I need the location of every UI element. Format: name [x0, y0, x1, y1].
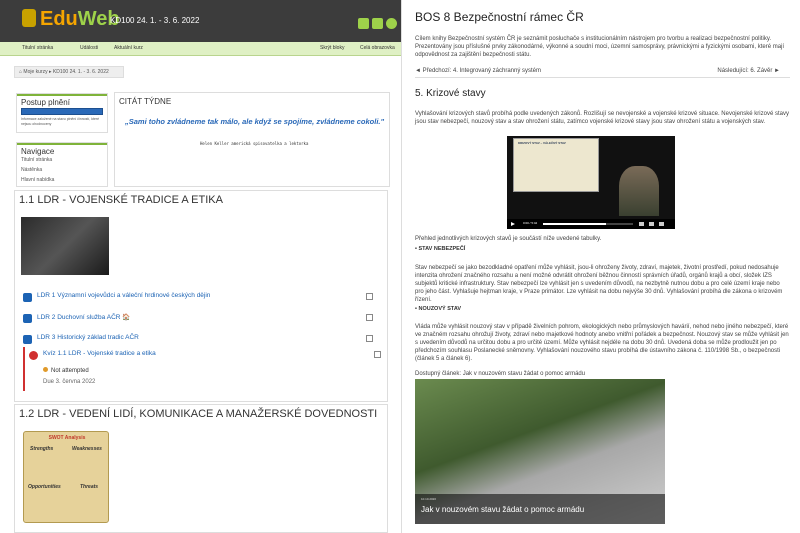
quote-text: „Sami toho zvládneme tak málo, ale když … [125, 117, 385, 126]
breadcrumb-my-courses[interactable]: Moje kurzy [23, 69, 47, 75]
chapter-pager: ◄ Předchozí: 4. Integrovaný záchranný sy… [415, 68, 790, 78]
facebook-icon[interactable] [372, 18, 383, 29]
quiz-icon [29, 351, 38, 360]
breadcrumb: ⌂ Moje kurzy ▸ KD100 24. 1. - 3. 6. 2022 [14, 66, 124, 78]
status-dot-icon [43, 367, 48, 372]
quote-block: CITÁT TÝDNE „Sami toho zvládneme tak mál… [114, 92, 390, 187]
quiz-due-date: Due 3. června 2022 [43, 379, 96, 385]
calendar-icon[interactable] [358, 18, 369, 29]
quiz-activity[interactable]: Kvíz 1.1 LDR - Vojenské tradice a etika … [23, 347, 383, 391]
progress-block-title: Postup plnění [17, 94, 107, 107]
book-icon [23, 335, 32, 344]
swot-threats: Threats [80, 484, 99, 490]
photo-caption: Jak v nouzovém stavu žádat o pomoc armád… [421, 505, 585, 514]
activity-label[interactable]: LDR 1 Významní vojevůdci a váleční hrdin… [37, 292, 210, 299]
paragraph-state-of-danger: Stav nebezpečí se jako bezodkladné opatř… [415, 265, 783, 303]
play-icon[interactable] [511, 222, 515, 226]
video-controls: 0:00 / 5:42 [507, 219, 675, 229]
bullet-state-of-danger: STAV NEBEZPEČÍ [415, 246, 465, 252]
menu-bar: Titulní stránka Události Aktuální kurz S… [0, 42, 401, 56]
quiz-status-text: Not attempted [51, 368, 89, 374]
intro-text: Cílem knihy Bezpečnostní systém ČR je se… [415, 36, 785, 58]
article-link[interactable]: Dostupný článek: Jak v nouzovém stavu žá… [415, 371, 585, 377]
overview-note: Přehled jednotlivých krizových stavů je … [415, 236, 602, 242]
video-presenter [619, 166, 659, 216]
quiz-label[interactable]: Kvíz 1.1 LDR - Vojenské tradice a etika [43, 350, 156, 357]
app: EduWeb KD100 24. 1. - 3. 6. 2022 Titulní… [0, 0, 800, 533]
swot-title: SWOT Analysis [48, 435, 86, 441]
chapter-intro: Vyhlašování krizových stavů probíhá podl… [415, 111, 789, 125]
navigation-block: Navigace Titulní stránka Nástěnka Hlavní… [16, 142, 108, 187]
completion-checkbox[interactable] [366, 335, 373, 342]
swot-opportunities: Opportunities [28, 484, 61, 490]
progress-block: Postup plnění Informace založené na stav… [16, 93, 108, 133]
article-photo[interactable]: 10.10.2020 Jak v nouzovém stavu žádat o … [415, 379, 665, 524]
swot-weaknesses: Weaknesses [72, 446, 102, 452]
video-seekbar[interactable] [543, 223, 633, 225]
quiz-status: Not attempted [43, 367, 89, 374]
fullscreen-icon[interactable] [659, 222, 664, 226]
video-time: 0:00 / 5:42 [523, 221, 538, 225]
completion-checkbox[interactable] [374, 351, 381, 358]
video-slide: KRIZOVÝ STAV – VÁLEČNÝ STAV [513, 138, 599, 192]
menu-hide-blocks[interactable]: Skrýt bloky [320, 45, 344, 51]
volume-icon[interactable] [639, 222, 644, 226]
nav-item-dashboard[interactable]: Nástěnka [17, 165, 107, 175]
video-player[interactable]: KRIZOVÝ STAV – VÁLEČNÝ STAV 0:00 / 5:42 [507, 136, 675, 229]
activity-label[interactable]: LDR 2 Duchovní služba AČR 🏠 [37, 313, 130, 321]
quote-author: Helen Keller americká spisovatelka a lek… [200, 141, 309, 146]
eduweb-logo[interactable]: EduWeb [22, 8, 120, 31]
menu-events[interactable]: Události [80, 45, 98, 51]
book-pane: BOS 8 Bezpečnostní rámec ČR Cílem knihy … [403, 0, 800, 533]
chapter-heading: 5. Krizové stavy [415, 88, 486, 99]
bullet-state-of-emergency: NOUZOVÝ STAV [415, 306, 461, 312]
section-1: 1.1 LDR - VOJENSKÉ TRADICE A ETIKA LDR 1… [14, 190, 388, 402]
activity-row[interactable]: LDR 1 Významní vojevůdci a váleční hrdin… [23, 291, 383, 305]
paragraph-state-of-emergency: Vláda může vyhlásit nouzový stav v přípa… [415, 324, 789, 362]
menu-current-course[interactable]: Aktuální kurz [114, 45, 143, 51]
course-pane: EduWeb KD100 24. 1. - 3. 6. 2022 Titulní… [0, 0, 402, 533]
section-1-title: 1.1 LDR - VOJENSKÉ TRADICE A ETIKA [19, 194, 223, 206]
section-2-title: 1.2 LDR - VEDENÍ LIDÍ, KOMUNIKACE A MANA… [19, 408, 378, 420]
breadcrumb-course[interactable]: KD100 24. 1. - 3. 6. 2022 [53, 69, 109, 75]
activity-row[interactable]: LDR 2 Duchovní služba AČR 🏠 [23, 312, 383, 326]
previous-chapter-link[interactable]: ◄ Předchozí: 4. Integrovaný záchranný sy… [415, 68, 541, 74]
photo-date: 10.10.2020 [421, 497, 437, 501]
progress-note: Informace založené na stavu plnění činno… [21, 117, 100, 126]
course-code: KD100 24. 1. - 3. 6. 2022 [110, 16, 200, 25]
progress-bar[interactable] [21, 108, 103, 115]
soldiers-image [21, 217, 109, 275]
menu-home[interactable]: Titulní stránka [22, 45, 53, 51]
completion-checkbox[interactable] [366, 314, 373, 321]
globe-icon[interactable] [386, 18, 397, 29]
navigation-block-title: Navigace [17, 143, 107, 156]
activity-row[interactable]: LDR 3 Historický základ tradic AČR [23, 333, 383, 347]
swot-image: SWOT Analysis Strengths Weaknesses Oppor… [23, 431, 109, 523]
video-seekbar-fill [543, 223, 606, 225]
activity-label[interactable]: LDR 3 Historický základ tradic AČR [37, 334, 139, 341]
nav-item-home[interactable]: Titulní stránka [17, 155, 107, 165]
completion-checkbox[interactable] [366, 293, 373, 300]
next-chapter-link[interactable]: Následující: 6. Závěr ► [717, 68, 780, 74]
settings-icon[interactable] [649, 222, 654, 226]
page-title: BOS 8 Bezpečnostní rámec ČR [415, 10, 584, 24]
nav-item-main-menu[interactable]: Hlavní nabídka [17, 175, 107, 185]
army-emblem-icon [22, 9, 36, 27]
menu-fullscreen[interactable]: Celá obrazovka [360, 45, 395, 51]
swot-strengths: Strengths [30, 446, 54, 452]
book-icon [23, 314, 32, 323]
video-slide-title: KRIZOVÝ STAV – VÁLEČNÝ STAV [518, 141, 566, 145]
logo-text-edu: Edu [40, 8, 78, 30]
top-bar: EduWeb KD100 24. 1. - 3. 6. 2022 [0, 0, 401, 42]
quote-title: CITÁT TÝDNE [119, 97, 172, 106]
section-2: 1.2 LDR - VEDENÍ LIDÍ, KOMUNIKACE A MANA… [14, 404, 388, 533]
book-icon [23, 293, 32, 302]
